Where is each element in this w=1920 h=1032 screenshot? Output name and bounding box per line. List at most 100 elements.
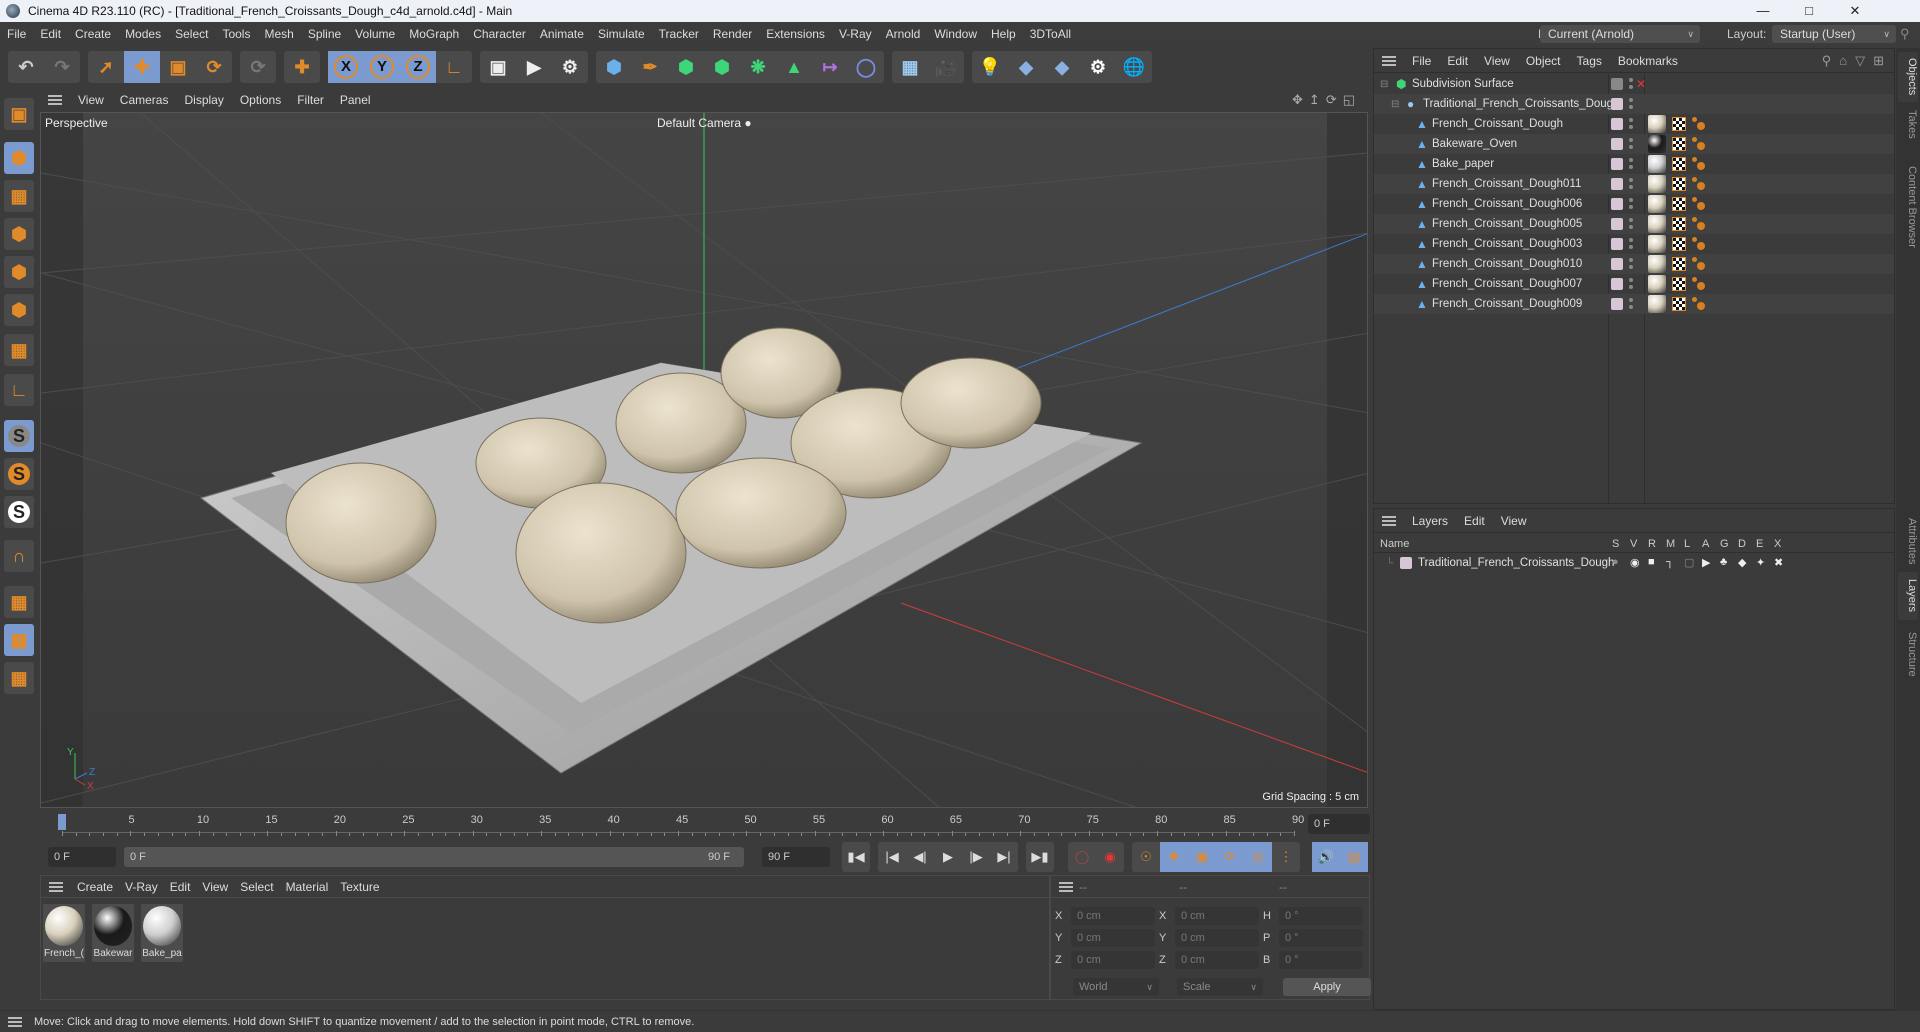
layer-color-swatch[interactable] [1611,238,1623,250]
mograph-button[interactable]: ▲ [776,51,812,83]
key-parameter-button[interactable]: Ⓟ [1244,842,1272,872]
menu-mograph[interactable]: MoGraph [402,27,466,41]
layer-column-m[interactable]: M [1666,538,1675,550]
material-tag-icon[interactable] [1648,235,1666,253]
layer-color-swatch[interactable] [1611,298,1623,310]
layer-color-swatch[interactable] [1611,198,1623,210]
tab-attributes[interactable]: Attributes [1898,512,1918,570]
coord-input[interactable]: 0 ° [1279,929,1363,947]
tab-layers[interactable]: Layers [1898,572,1918,620]
layer-column-e[interactable]: E [1756,538,1763,550]
visibility-dots-icon[interactable] [1629,218,1633,232]
layer-color-swatch[interactable] [1611,78,1623,90]
playhead[interactable] [58,814,66,830]
layout-select[interactable]: Startup (User) ∨ [1772,25,1896,43]
uvw-tag-icon[interactable] [1672,157,1686,171]
visibility-dots-icon[interactable] [1629,138,1633,152]
layer-color-swatch[interactable] [1611,158,1623,170]
menu-mesh[interactable]: Mesh [257,27,300,41]
menu-create[interactable]: Create [68,27,118,41]
disabled-x-icon[interactable]: ✕ [1636,77,1646,91]
material-menu-edit[interactable]: Edit [164,880,197,894]
layer-column-r[interactable]: R [1648,538,1656,550]
edge-mode-button[interactable]: ⬢ [4,256,34,288]
cube-button[interactable]: ⬢ [596,51,632,83]
render-settings-button[interactable]: ⚙ [552,51,588,83]
visibility-dots-icon[interactable] [1629,158,1633,172]
viewport-menu-filter[interactable]: Filter [289,93,332,107]
coordinate-system-button[interactable]: ∟ [436,51,472,83]
layer-color-swatch[interactable] [1400,557,1412,569]
hamburger-menu-icon[interactable] [49,881,63,892]
previous-key-button[interactable]: |◀ [878,842,906,872]
viewport-menu-cameras[interactable]: Cameras [112,93,177,107]
python-button[interactable]: ◆ [1008,51,1044,83]
coord-input[interactable]: 0 ° [1279,907,1363,925]
home-icon[interactable]: ⌂ [1839,53,1847,69]
hamburger-menu-icon[interactable] [1382,515,1396,526]
visibility-dots-icon[interactable] [1629,178,1633,192]
tab-content-browser[interactable]: Content Browser [1898,147,1918,267]
menu-select[interactable]: Select [168,27,215,41]
rotate-button[interactable]: ⟳ [196,51,232,83]
material-tag-icon[interactable] [1648,195,1666,213]
object-row[interactable]: ▲ French_Croissant_Dough003 [1374,234,1894,254]
uvw-tag-icon[interactable] [1672,257,1686,271]
hamburger-menu-icon[interactable] [48,95,62,105]
viewport-menu-panel[interactable]: Panel [332,93,379,107]
object-menu-tags[interactable]: Tags [1569,54,1610,68]
menu-modes[interactable]: Modes [118,27,168,41]
render-picture-viewer-button[interactable]: ▶ [516,51,552,83]
snap-magnet-button[interactable]: ∩ [4,540,34,572]
coord-input[interactable]: 0 cm [1175,929,1259,947]
material-tag-icon[interactable] [1648,215,1666,233]
menu-animate[interactable]: Animate [533,27,591,41]
visibility-dots-icon[interactable] [1629,78,1633,92]
sphere-grid-button[interactable]: 🌐 [1116,51,1152,83]
viewport-menu-display[interactable]: Display [176,93,231,107]
hamburger-menu-icon[interactable] [1382,55,1396,66]
phong-tag-icon[interactable] [1692,297,1706,311]
key-pla-button[interactable]: ⋮ [1272,842,1300,872]
sound-button[interactable]: 🔊 [1312,842,1340,872]
z-axis-button[interactable]: Z [400,51,436,83]
layer-column-d[interactable]: D [1738,538,1746,550]
point-mode-button[interactable]: ⬢ [4,218,34,250]
collapse-icon[interactable]: ⊟ [1380,79,1388,90]
animation-icon[interactable]: ▶ [1702,556,1710,569]
y-axis-button[interactable]: Y [364,51,400,83]
menu-file[interactable]: File [0,27,33,41]
deformer-icon[interactable]: ◆ [1738,556,1746,569]
workplane-button[interactable]: ▦ [4,586,34,618]
layer-color-swatch[interactable] [1611,258,1623,270]
material-swatch[interactable]: Bake_pa [141,904,183,962]
key-scale-button[interactable]: ▣ [1188,842,1216,872]
record-button[interactable]: ◯ [1068,842,1096,872]
object-row[interactable]: ▲ French_Croissant_Dough006 [1374,194,1894,214]
menu-character[interactable]: Character [466,27,533,41]
visibility-dots-icon[interactable] [1629,278,1633,292]
object-menu-edit[interactable]: Edit [1439,54,1476,68]
camera-name-label[interactable]: Default Camera ● [657,116,752,130]
axis-button[interactable]: ∟ [4,374,34,406]
current-frame-display[interactable]: 0 F [1308,814,1370,834]
menu-help[interactable]: Help [984,27,1023,41]
layer-menu-edit[interactable]: Edit [1456,514,1493,528]
extrude-button[interactable]: ⬢ [704,51,740,83]
hamburger-menu-icon[interactable] [8,1016,22,1027]
polygon-mode-button[interactable]: ⬢ [4,294,34,326]
layer-column-x[interactable]: X [1774,538,1781,550]
locked-workplane-button[interactable]: ▦ [4,624,34,656]
filter-icon[interactable]: ▽ [1855,53,1865,69]
select-button[interactable]: ➚ [88,51,124,83]
object-menu-view[interactable]: View [1476,54,1518,68]
coord-space-select[interactable]: World ∨ [1073,978,1159,996]
uv-mode-button[interactable]: ▦ [4,334,34,366]
layer-color-swatch[interactable] [1611,178,1623,190]
manager-icon[interactable]: ┐ [1666,556,1674,568]
tab-takes[interactable]: Takes [1898,104,1918,144]
coord-input[interactable]: 0 cm [1071,929,1155,947]
python2-button[interactable]: ◆ [1044,51,1080,83]
pen-button[interactable]: ✒ [632,51,668,83]
make-editable-button[interactable]: ▣ [4,98,34,130]
